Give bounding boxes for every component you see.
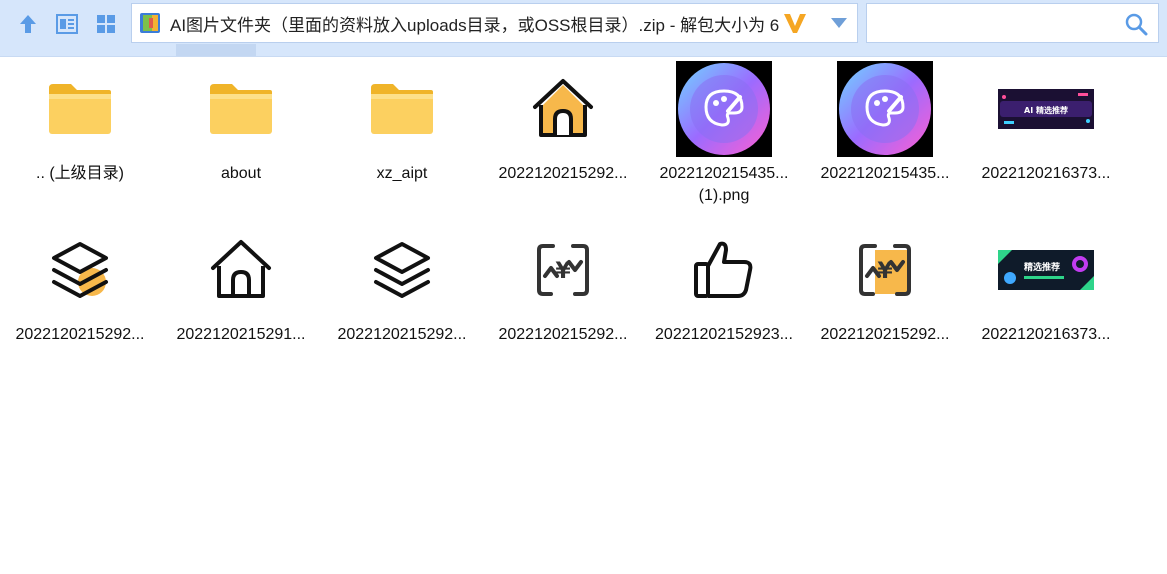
thumbnail <box>323 61 481 157</box>
file-item[interactable]: 精选推荐 2022120216373... <box>967 222 1125 372</box>
file-label: 2022120215292... <box>820 326 950 343</box>
layers-orange-icon <box>52 242 108 298</box>
thumbnail <box>645 61 803 157</box>
file-item[interactable]: 20221202152923... <box>645 222 803 372</box>
file-item[interactable]: .. (上级目录) <box>1 61 159 211</box>
thumbnail: ¥ <box>484 222 642 318</box>
search-input[interactable] <box>873 10 1117 38</box>
file-item[interactable]: 2022120215291... <box>162 222 320 372</box>
recommend-banner-image: 精选推荐 <box>998 250 1094 290</box>
home-orange-icon <box>533 79 593 137</box>
yuan-outline-icon: ¥ <box>537 244 589 296</box>
folder-icon <box>49 84 111 134</box>
recommend-banner-text: 精选推荐 <box>1024 261 1060 273</box>
yuan-orange-icon: ¥ <box>859 244 911 296</box>
file-label: 2022120215435... (1).png <box>659 165 789 204</box>
search-box[interactable] <box>866 3 1159 43</box>
search-button[interactable] <box>1124 12 1148 36</box>
thumbnail <box>323 222 481 318</box>
file-item[interactable]: about <box>162 61 320 211</box>
search-icon <box>1125 13 1148 36</box>
folder-icon <box>371 84 433 134</box>
app-logo-icon <box>784 14 806 33</box>
file-label: 2022120215292... <box>498 165 628 182</box>
file-item[interactable]: 2022120215292... <box>1 222 159 372</box>
file-item[interactable]: 2022120215435... <box>806 61 964 211</box>
thumbnail: 精选推荐 <box>967 222 1125 318</box>
thumbnail <box>1 61 159 157</box>
file-label: 2022120215292... <box>15 326 145 343</box>
path-dropdown-button[interactable] <box>827 12 851 34</box>
file-item[interactable]: 2022120215292... <box>484 61 642 211</box>
file-label: about <box>220 165 262 182</box>
details-view-icon <box>56 14 78 34</box>
tab-indicator <box>176 44 256 56</box>
thumbnail <box>162 61 320 157</box>
palette-app-icon <box>837 61 933 157</box>
path-text: AI图片文件夹（里面的资料放入uploads目录，或OSS根目录）.zip - … <box>170 15 780 35</box>
ai-banner-text: AI 精选推荐 <box>1024 105 1068 115</box>
file-label: 20221202152923... <box>655 326 793 343</box>
thumbnail <box>162 222 320 318</box>
file-item[interactable]: 2022120215435... (1).png <box>645 61 803 211</box>
ai-banner-image: AI 精选推荐 <box>998 89 1094 129</box>
svg-text:¥: ¥ <box>877 259 893 284</box>
home-outline-icon <box>211 240 271 298</box>
folder-icon <box>210 84 272 134</box>
layers-outline-icon <box>374 242 430 298</box>
svg-text:¥: ¥ <box>555 259 571 284</box>
file-item[interactable]: xz_aipt <box>323 61 481 211</box>
caret-down-icon <box>831 18 847 28</box>
thumbnail <box>484 61 642 157</box>
details-view-button[interactable] <box>50 7 84 41</box>
thumbnail <box>1 222 159 318</box>
zip-archive-icon <box>140 13 160 33</box>
file-item[interactable]: AI 精选推荐 2022120216373... <box>967 61 1125 211</box>
arrow-up-icon <box>20 15 36 33</box>
file-label: .. (上级目录) <box>36 165 124 182</box>
file-label: 2022120215292... <box>337 326 467 343</box>
thumbnail <box>806 61 964 157</box>
thumbnail: AI 精选推荐 <box>967 61 1125 157</box>
file-label: 2022120216373... <box>981 326 1111 343</box>
grid-view-icon <box>97 15 115 33</box>
file-item[interactable]: 2022120215292... <box>323 222 481 372</box>
up-directory-button[interactable] <box>11 7 45 41</box>
file-label: 2022120215435... <box>820 165 950 182</box>
file-label: xz_aipt <box>376 165 428 182</box>
file-item[interactable]: ¥ 2022120215292... <box>484 222 642 372</box>
grid-view-button[interactable] <box>89 7 123 41</box>
path-bar[interactable]: AI图片文件夹（里面的资料放入uploads目录，或OSS根目录）.zip - … <box>131 3 858 43</box>
file-item[interactable]: ¥ 2022120215292... <box>806 222 964 372</box>
file-label: 2022120215292... <box>498 326 628 343</box>
palette-app-icon <box>676 61 772 157</box>
file-label: 2022120215291... <box>176 326 306 343</box>
thumbnail: ¥ <box>806 222 964 318</box>
file-label: 2022120216373... <box>981 165 1111 182</box>
toolbar: AI图片文件夹（里面的资料放入uploads目录，或OSS根目录）.zip - … <box>0 0 1167 57</box>
thumbs-up-icon <box>694 241 753 298</box>
thumbnail <box>645 222 803 318</box>
